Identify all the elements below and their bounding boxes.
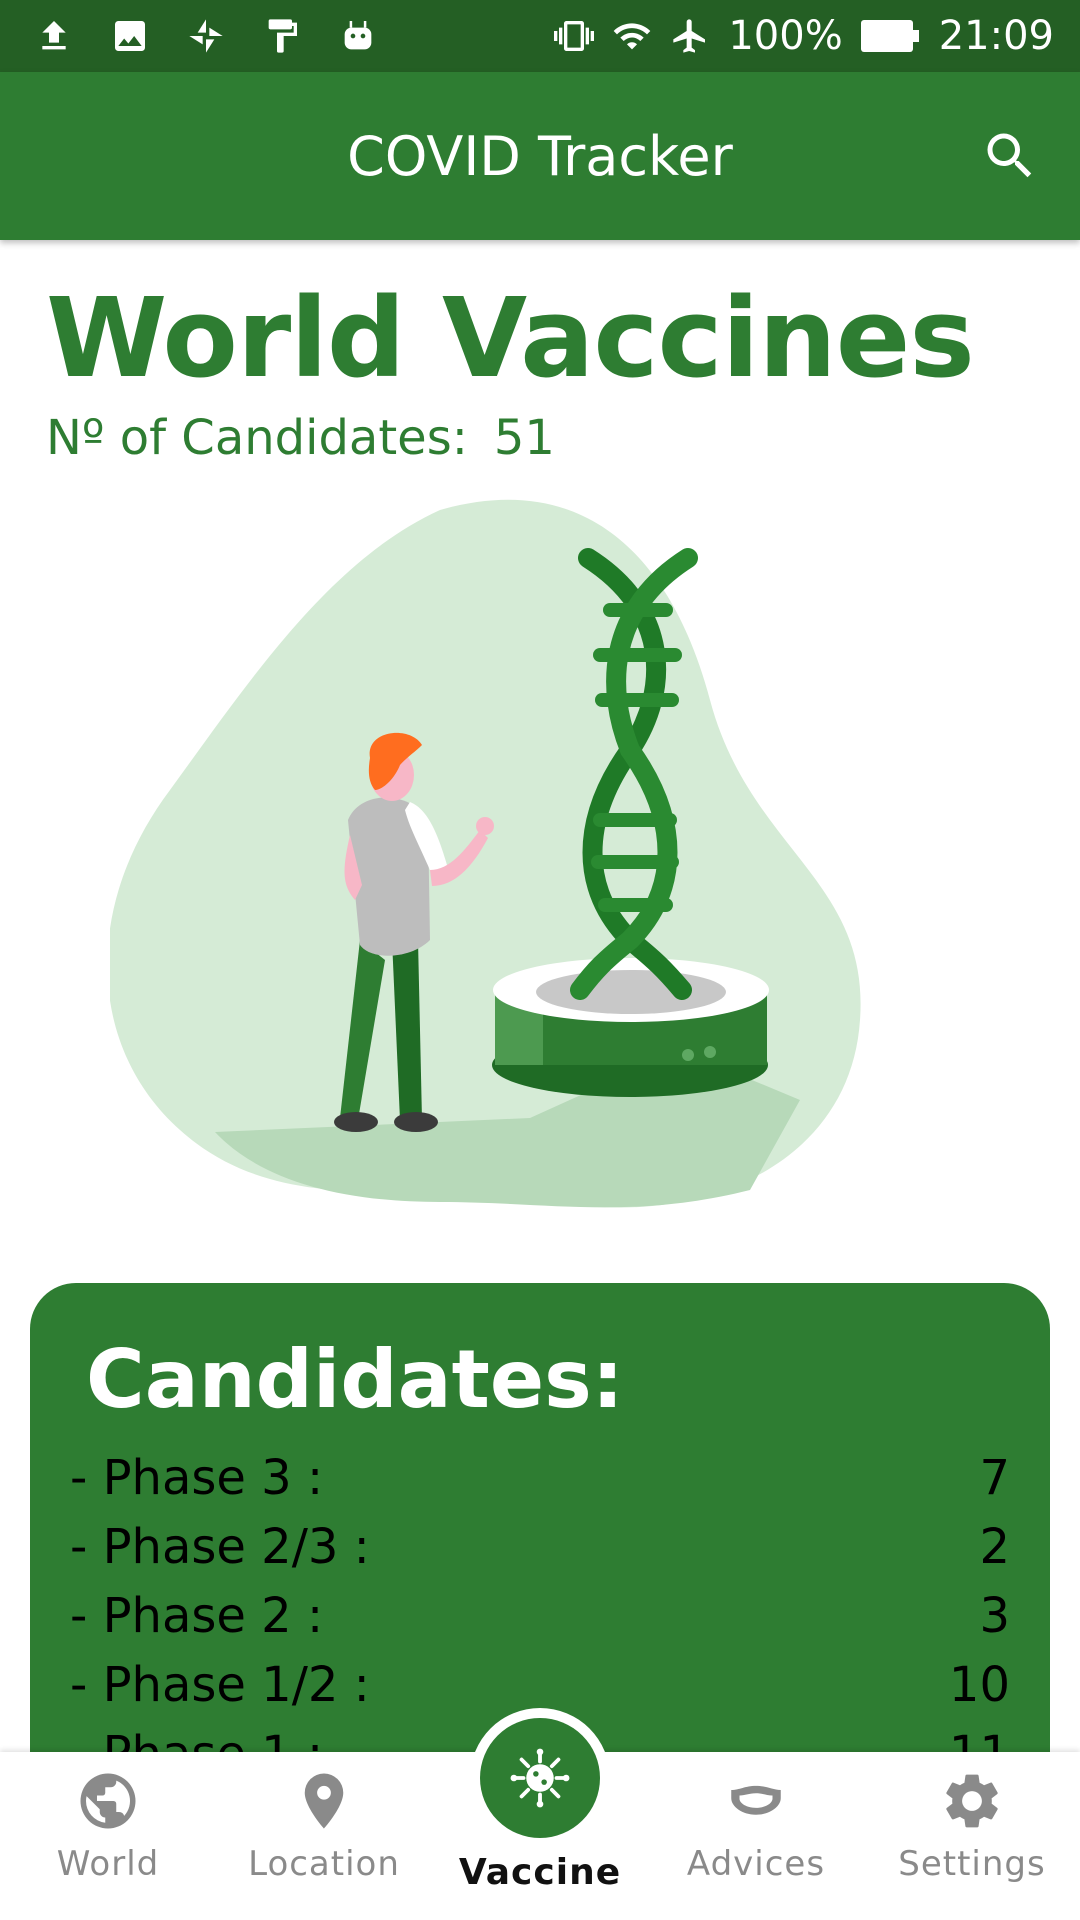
nav-label-vaccine: Vaccine [458,1852,622,1893]
phase-value: 3 [979,1587,1010,1644]
phase-value: 2 [979,1518,1010,1575]
gear-icon [946,1774,998,1828]
nav-label-world: World [56,1844,160,1884]
nav-label-advices: Advices [686,1844,826,1884]
phase-value: 7 [979,1449,1010,1506]
battery-percent: 100% [728,13,843,59]
android-icon [344,21,372,50]
vaccine-fab-button[interactable] [480,1718,600,1838]
globe-icon [80,1773,136,1829]
paint-roller-icon [268,19,297,53]
battery-icon [860,20,919,52]
status-bar-right: 100% 21:09 [536,13,1054,59]
upload-icon [42,21,66,50]
location-pin-icon [304,1773,344,1829]
vibrate-icon [554,21,595,51]
candidates-count-label: Nº of Candidates: [46,410,468,466]
dna-scientist-illustration [110,499,861,1208]
phase-row: - Phase 2 : 3 [70,1581,1010,1650]
candidates-count-row: Nº of Candidates: 51 [46,410,555,466]
nav-item-advices[interactable]: Advices [648,1752,864,1920]
page-title: World Vaccines [46,274,975,402]
mask-icon [731,1785,781,1815]
nav-item-settings[interactable]: Settings [864,1752,1080,1920]
image-icon [115,21,145,51]
nav-item-world[interactable]: World [0,1752,216,1920]
wifi-icon [614,23,651,50]
status-bar-left [34,16,414,56]
pinwheel-icon [189,19,223,53]
airplane-icon [673,19,706,53]
phase-row: - Phase 2/3 : 2 [70,1512,1010,1581]
phase-value: 10 [948,1656,1010,1713]
nav-item-location[interactable]: Location [216,1752,432,1920]
virus-icon [510,1748,570,1808]
nav-label-settings: Settings [898,1844,1046,1884]
phase-label: - Phase 2/3 : [70,1518,370,1575]
phase-label: - Phase 1/2 : [70,1656,370,1713]
phase-row: - Phase 3 : 7 [70,1443,1010,1512]
clock: 21:09 [938,13,1054,59]
candidates-card-title: Candidates: [86,1333,624,1426]
phase-label: - Phase 2 : [70,1587,324,1644]
nav-label-location: Location [248,1844,400,1884]
phase-label: - Phase 3 : [70,1449,324,1506]
candidates-count-value: 51 [493,410,555,466]
app-bar: COVID Tracker [0,72,1080,240]
search-icon[interactable] [980,126,1040,186]
app-title: COVID Tracker [347,124,733,188]
status-bar: 100% 21:09 [0,0,1080,72]
